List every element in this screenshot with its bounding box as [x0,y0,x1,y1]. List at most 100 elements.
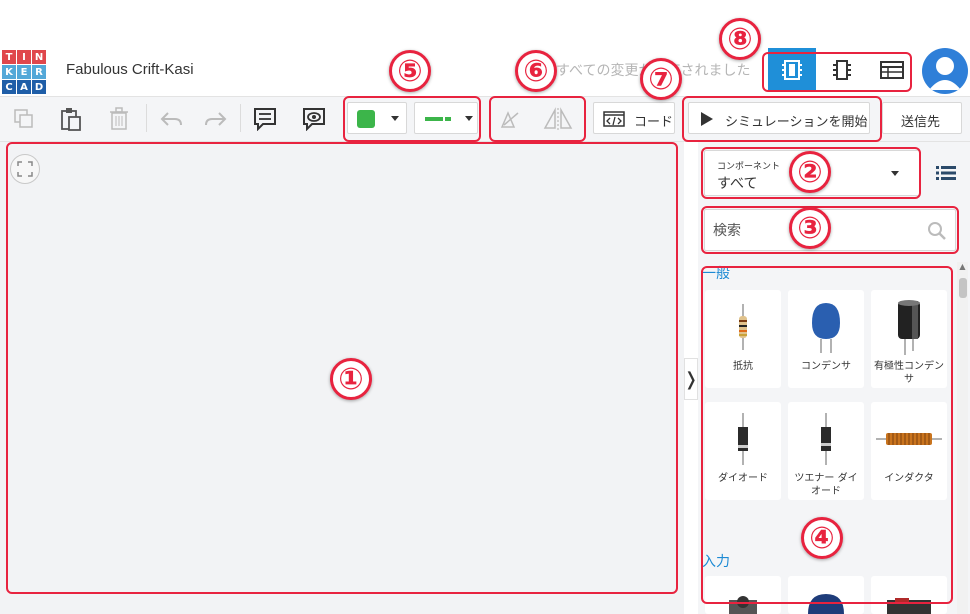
panel-scrollbar[interactable] [957,262,968,614]
annotation-badge-3: ③ [789,207,831,249]
note-button[interactable] [249,97,281,141]
component-card-resistor[interactable]: 抵抗 [705,290,781,388]
component-label: ツエナー ダイオード [794,473,858,497]
fill-color-dropdown[interactable] [347,102,407,134]
component-card-inductor[interactable]: インダクタ [871,402,947,500]
user-avatar[interactable] [922,48,968,94]
component-list-view-button[interactable] [868,48,916,92]
chevron-down-icon [891,171,899,176]
polarized-capacitor-icon [898,300,920,355]
chevron-down-icon [391,116,399,121]
start-simulation-button[interactable]: シミュレーションを開始 [688,102,870,134]
component-label: ダイオード [718,473,768,484]
slide-switch-icon [887,598,931,614]
note-icon [254,108,276,131]
inductor-icon [876,433,942,445]
view-switcher [768,48,912,92]
list-view-toggle[interactable] [932,160,960,186]
component-card-pushbutton[interactable] [705,576,781,614]
circuit-view-button[interactable] [768,48,816,92]
play-icon [701,112,713,126]
logo-letter: K [2,65,16,79]
potentiometer-icon [808,594,844,614]
undo-icon [160,112,182,126]
tinkercad-logo[interactable]: TIN KER CAD [2,50,46,94]
logo-letter: E [17,65,31,79]
send-to-label: 送信先 [901,115,941,130]
component-label: インダクタ [884,473,934,484]
pushbutton-icon [729,596,757,614]
components-dropdown-caption: コンポーネント [717,162,781,172]
start-simulation-label: シミュレーションを開始 [725,115,868,130]
code-button[interactable]: コード [593,102,675,134]
list-icon [936,166,956,180]
eye-note-icon [303,108,325,131]
scrollbar-thumb[interactable] [959,278,967,298]
copy-button[interactable] [8,97,40,141]
toolbar-divider [240,104,241,132]
logo-letter: N [32,50,46,64]
section-heading-general: 一般 [702,266,730,282]
component-label: 有極性コンデンサ [874,361,944,385]
component-card-diode[interactable]: ダイオード [705,402,781,500]
panel-collapse-tab[interactable]: ❭ [683,358,699,400]
zener-diode-icon [821,413,831,465]
annotation-badge-2: ② [789,151,831,193]
chevron-down-icon [465,116,473,121]
component-card-slide-switch[interactable] [871,576,947,614]
logo-letter: T [2,50,16,64]
wire-color-dropdown[interactable] [414,102,478,134]
fit-view-icon [17,161,33,177]
component-label: 抵抗 [733,361,753,372]
paste-icon [61,108,81,131]
rotate-icon [500,111,519,128]
logo-letter: R [32,65,46,79]
rotate-button[interactable] [494,97,526,141]
diode-icon [738,413,748,465]
toggle-notes-visibility-button[interactable] [298,97,330,141]
send-to-button[interactable]: 送信先 [882,102,962,134]
toolbar-divider [146,104,147,132]
component-label: コンデンサ [801,361,851,372]
code-icon [603,111,625,127]
copy-icon [14,109,33,128]
section-heading-input: 入力 [702,554,730,570]
chevron-right-icon: ❭ [683,368,699,390]
zoom-to-fit-button[interactable] [10,154,40,184]
schematic-view-icon [833,60,851,80]
schematic-view-button[interactable] [818,48,866,92]
circuit-view-icon [782,60,802,80]
project-title[interactable]: Fabulous Crift-Kasi [66,61,194,78]
redo-button[interactable] [200,97,232,141]
components-dropdown-value: すべて [717,176,758,192]
trash-icon [110,107,128,130]
scroll-up-arrow[interactable]: ▲ [957,262,968,272]
search-icon[interactable] [927,221,947,241]
logo-letter: A [17,80,31,94]
component-card-zener-diode[interactable]: ツエナー ダイオード [788,402,864,500]
tinkercad-circuits-editor: TINKERCAD Fabulous Crift-Kasi すべての変更が保存さ… [0,0,970,614]
flip-button[interactable] [542,97,574,141]
redo-icon [205,112,227,126]
code-button-label: コード [634,115,674,130]
undo-button[interactable] [155,97,187,141]
user-icon [929,57,961,90]
flip-icon [543,107,573,130]
fill-color-swatch [357,110,375,128]
paste-button[interactable] [55,97,87,141]
logo-letter: C [2,80,16,94]
capacitor-icon [812,303,840,353]
delete-button[interactable] [103,97,135,141]
annotation-badge-5: ⑤ [389,50,431,92]
annotation-badge-6: ⑥ [515,50,557,92]
component-card-potentiometer[interactable] [788,576,864,614]
annotation-badge-4: ④ [801,517,843,559]
annotation-badge-7: ⑦ [640,58,682,100]
wire-color-icon [425,117,451,121]
annotation-badge-8: ⑧ [719,18,761,60]
component-card-polarized-capacitor[interactable]: 有極性コンデンサ [871,290,947,388]
logo-letter: I [17,50,31,64]
resistor-icon [739,304,747,350]
component-card-capacitor[interactable]: コンデンサ [788,290,864,388]
component-list-view-icon [880,61,904,79]
